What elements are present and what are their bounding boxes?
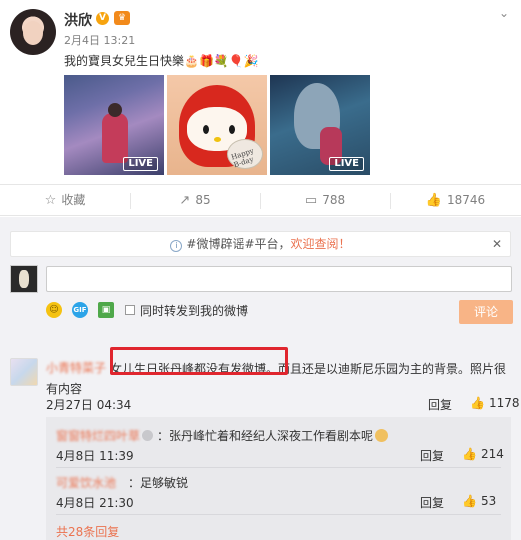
star-icon: ☆ — [44, 193, 57, 208]
verified-badge-icon: V — [96, 12, 109, 25]
close-icon[interactable]: ✕ — [492, 232, 502, 256]
reply-text-content: ：张丹峰忙着和经纪人深夜工作看剧本呢 — [157, 429, 374, 443]
eye-icon — [203, 125, 209, 134]
vip-crown-icon: ♛ — [114, 11, 130, 25]
emoji-icon[interactable]: ☺ — [46, 302, 62, 318]
reply-button[interactable]: 回复 — [420, 494, 444, 511]
live-badge: LIVE — [123, 157, 158, 171]
like-button[interactable]: 👍 18746 — [390, 185, 521, 216]
eye-icon — [229, 125, 235, 134]
more-replies-link[interactable]: 共28条回复 — [56, 523, 119, 540]
weibo-post: 洪欣 V ♛ ⌄ 2月4日 13:21 我的寶貝女兒生日快樂🎂🎁💐🎈🎉 LIVE… — [0, 0, 521, 184]
like-count: 18746 — [447, 193, 486, 207]
reply-time: 4月8日 21:30 — [56, 496, 134, 510]
reply-button[interactable]: 回复 — [420, 447, 444, 464]
reply-like-button[interactable]: 👍 214 — [462, 447, 504, 461]
comment-button[interactable]: ▭ 788 — [260, 185, 390, 216]
gif-icon[interactable]: GIF — [72, 302, 88, 318]
info-icon: i — [170, 240, 183, 252]
photo-child-figure — [102, 103, 128, 163]
comment-input[interactable] — [46, 266, 512, 292]
reply-like-button[interactable]: 👍 53 — [462, 494, 496, 508]
reply-username[interactable]: 可爱饮水池 — [56, 474, 116, 491]
plate-text: Happy B-day — [230, 146, 255, 170]
cake-plate: Happy B-day — [227, 139, 263, 169]
repost-count: 85 — [195, 193, 211, 207]
author-name[interactable]: 洪欣 — [64, 10, 92, 30]
comment-icon: ▭ — [304, 193, 318, 208]
badge-icon — [142, 430, 153, 441]
image-icon[interactable]: ▣ — [98, 302, 114, 318]
notice-link[interactable]: 欢迎查阅！ — [291, 237, 351, 251]
emoji-icon — [375, 429, 389, 442]
repost-icon: ↗ — [179, 193, 191, 208]
my-avatar — [10, 265, 38, 293]
author-avatar[interactable] — [10, 9, 56, 55]
thumbs-up-icon: 👍 — [462, 494, 477, 508]
chevron-down-icon[interactable]: ⌄ — [499, 6, 509, 20]
post-time[interactable]: 2月4日 13:21 — [64, 32, 135, 48]
reply-thread: 窗窗特烂四叶草 ：张丹峰忙着和经纪人深夜工作看剧本呢 4月8日 11:39 回复… — [46, 417, 511, 540]
favorite-label: 收藏 — [61, 193, 86, 207]
commenter-avatar[interactable] — [10, 358, 38, 386]
comment-like-button[interactable]: 👍 1178 — [470, 396, 520, 410]
reply-username[interactable]: 窗窗特烂四叶草 — [56, 427, 140, 444]
nose-icon — [214, 137, 221, 142]
comment-time: 2月27日 04:34 — [46, 398, 132, 412]
divider — [56, 514, 501, 515]
thumbs-up-icon: 👍 — [425, 193, 442, 208]
thumbs-up-icon: 👍 — [470, 396, 485, 410]
comment-like-count: 1178 — [488, 396, 520, 410]
forward-checkbox[interactable] — [125, 305, 135, 315]
photo-1[interactable]: LIVE — [64, 75, 164, 175]
comment-count: 788 — [322, 193, 346, 207]
reply-button[interactable]: 回复 — [428, 396, 452, 413]
thumbs-up-icon: 👍 — [462, 447, 477, 461]
reply-like-count: 214 — [480, 447, 504, 461]
highlight-box — [110, 347, 288, 375]
repost-button[interactable]: ↗ 85 — [130, 185, 260, 216]
reply-like-count: 53 — [480, 494, 497, 508]
favorite-button[interactable]: ☆ 收藏 — [0, 185, 130, 216]
reply-text: ：张丹峰忙着和经纪人深夜工作看剧本呢 — [142, 427, 389, 444]
reply-time: 4月8日 11:39 — [56, 449, 134, 463]
reply-text: ：足够敏锐 — [128, 476, 189, 490]
notice-text[interactable]: #微博辟谣#平台， — [186, 237, 290, 251]
forward-label: 同时转发到我的微博 — [140, 304, 249, 318]
divider — [56, 467, 501, 468]
comment-section: i #微博辟谣#平台，欢迎查阅！ ✕ ☺ GIF ▣ 同时转发到我的微博 评论 小… — [0, 217, 521, 540]
rumor-notice: i #微博辟谣#平台，欢迎查阅！ ✕ — [10, 231, 511, 257]
photo-2[interactable]: Happy B-day — [167, 75, 267, 175]
live-badge: LIVE — [329, 157, 364, 171]
photo-3[interactable]: LIVE — [270, 75, 370, 175]
post-text: 我的寶貝女兒生日快樂🎂🎁💐🎈🎉 — [64, 54, 259, 68]
action-bar: ☆ 收藏 ↗ 85 ▭ 788 👍 18746 — [0, 184, 521, 216]
submit-comment-button[interactable]: 评论 — [459, 300, 513, 324]
